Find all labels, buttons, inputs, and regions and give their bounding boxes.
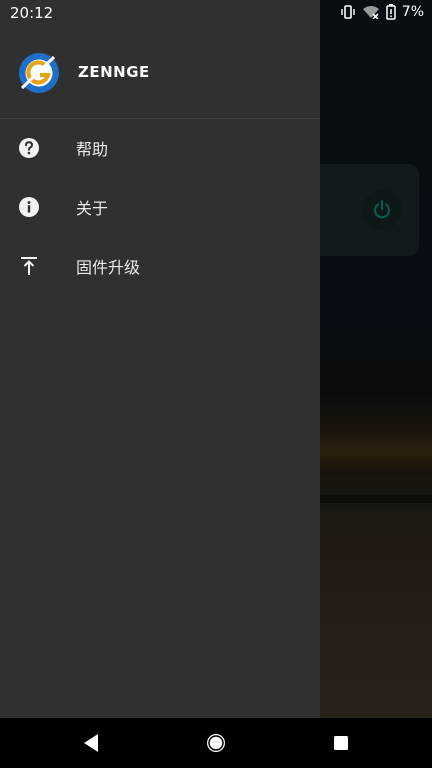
vibrate-icon bbox=[341, 5, 355, 19]
home-icon bbox=[207, 734, 225, 752]
back-icon bbox=[84, 734, 98, 752]
recents-icon bbox=[334, 736, 348, 750]
menu-item-label: 帮助 bbox=[76, 140, 109, 159]
battery-icon bbox=[386, 4, 396, 20]
navigation-drawer: ZENNGE 帮助 关于 固件升级 bbox=[0, 0, 320, 718]
home-button[interactable] bbox=[205, 732, 227, 754]
upload-icon bbox=[18, 255, 40, 277]
zennge-logo-icon bbox=[19, 53, 59, 93]
info-icon bbox=[18, 196, 40, 218]
menu-item-label: 固件升级 bbox=[76, 258, 141, 277]
menu-item-label: 关于 bbox=[76, 199, 109, 218]
system-nav-bar bbox=[0, 718, 432, 768]
wifi-off-icon bbox=[362, 6, 379, 19]
menu-item-about[interactable]: 关于 bbox=[0, 178, 320, 236]
menu-item-firmware-upgrade[interactable]: 固件升级 bbox=[0, 237, 320, 295]
drawer-header: ZENNGE bbox=[0, 26, 320, 119]
help-icon bbox=[18, 137, 40, 159]
menu-item-help[interactable]: 帮助 bbox=[0, 119, 320, 177]
back-button[interactable] bbox=[80, 732, 102, 754]
status-icons: 7% bbox=[340, 4, 424, 20]
recents-button[interactable] bbox=[330, 732, 352, 754]
battery-percent: 7% bbox=[401, 4, 424, 20]
status-bar: 20:12 7% bbox=[0, 0, 432, 26]
brand-name: ZENNGE bbox=[78, 63, 150, 81]
status-time: 20:12 bbox=[10, 4, 54, 22]
